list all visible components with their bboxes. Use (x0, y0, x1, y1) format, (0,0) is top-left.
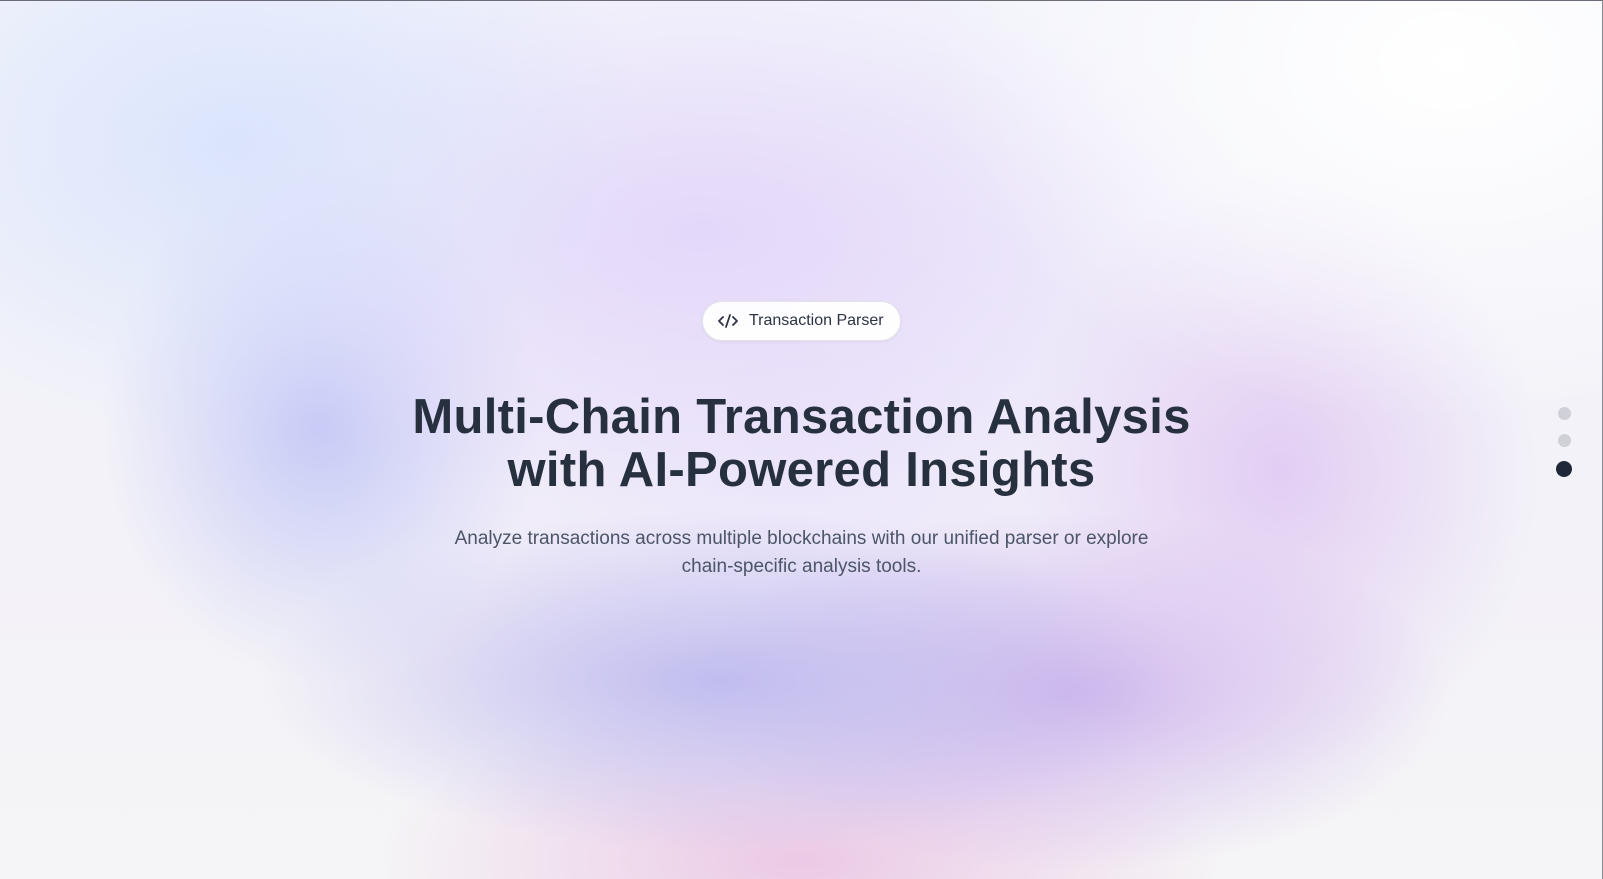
page-title-line-1: Multi-Chain Transaction Analysis (412, 390, 1191, 444)
transaction-parser-badge[interactable]: Transaction Parser (702, 301, 901, 341)
page-subtitle-line-2: chain-specific analysis tools. (681, 556, 922, 577)
page-subtitle-line-1: Analyze transactions across multiple blo… (454, 528, 1149, 549)
page-title: Multi-Chain Transaction Analysis with AI… (300, 391, 1303, 497)
pagination-dot-1[interactable] (1557, 407, 1571, 420)
pagination-dot-2[interactable] (1557, 434, 1571, 447)
badge-label: Transaction Parser (749, 312, 884, 329)
hero-section: Transaction Parser Multi-Chain Transacti… (0, 1, 1602, 879)
pagination-dot-3-active[interactable] (1556, 461, 1572, 477)
code-icon (717, 312, 739, 330)
page-subtitle: Analyze transactions across multiple blo… (400, 525, 1203, 581)
page: Transaction Parser Multi-Chain Transacti… (0, 0, 1603, 879)
page-title-line-2: with AI-Powered Insights (507, 443, 1096, 497)
section-pagination (1556, 407, 1572, 477)
